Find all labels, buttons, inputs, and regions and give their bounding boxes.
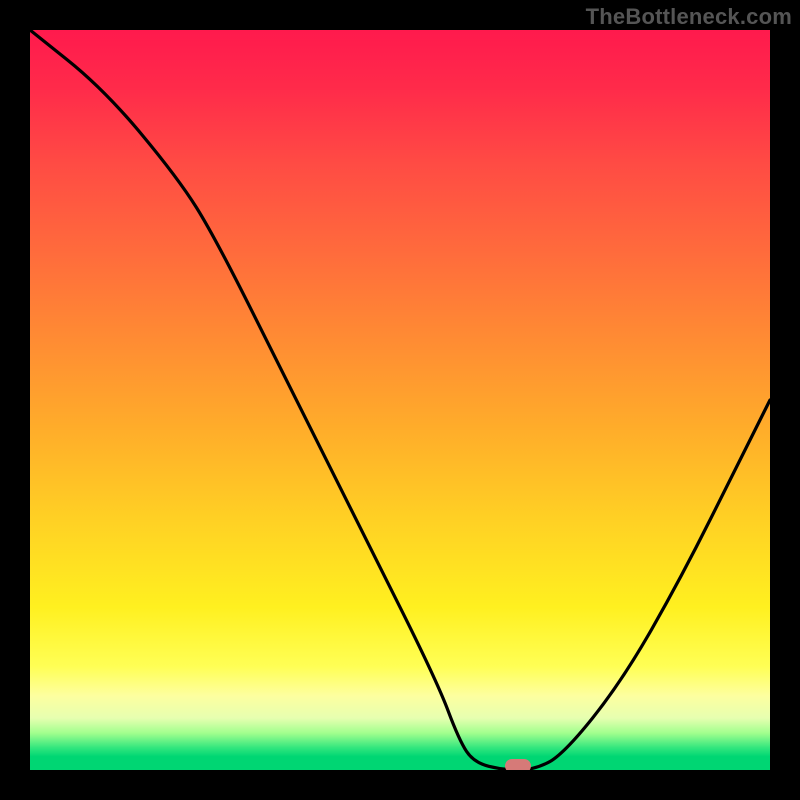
- attribution-text: TheBottleneck.com: [586, 4, 792, 30]
- bottleneck-curve: [30, 30, 770, 770]
- plot-area: [30, 30, 770, 770]
- optimal-point-marker: [505, 759, 531, 770]
- chart-frame: TheBottleneck.com: [0, 0, 800, 800]
